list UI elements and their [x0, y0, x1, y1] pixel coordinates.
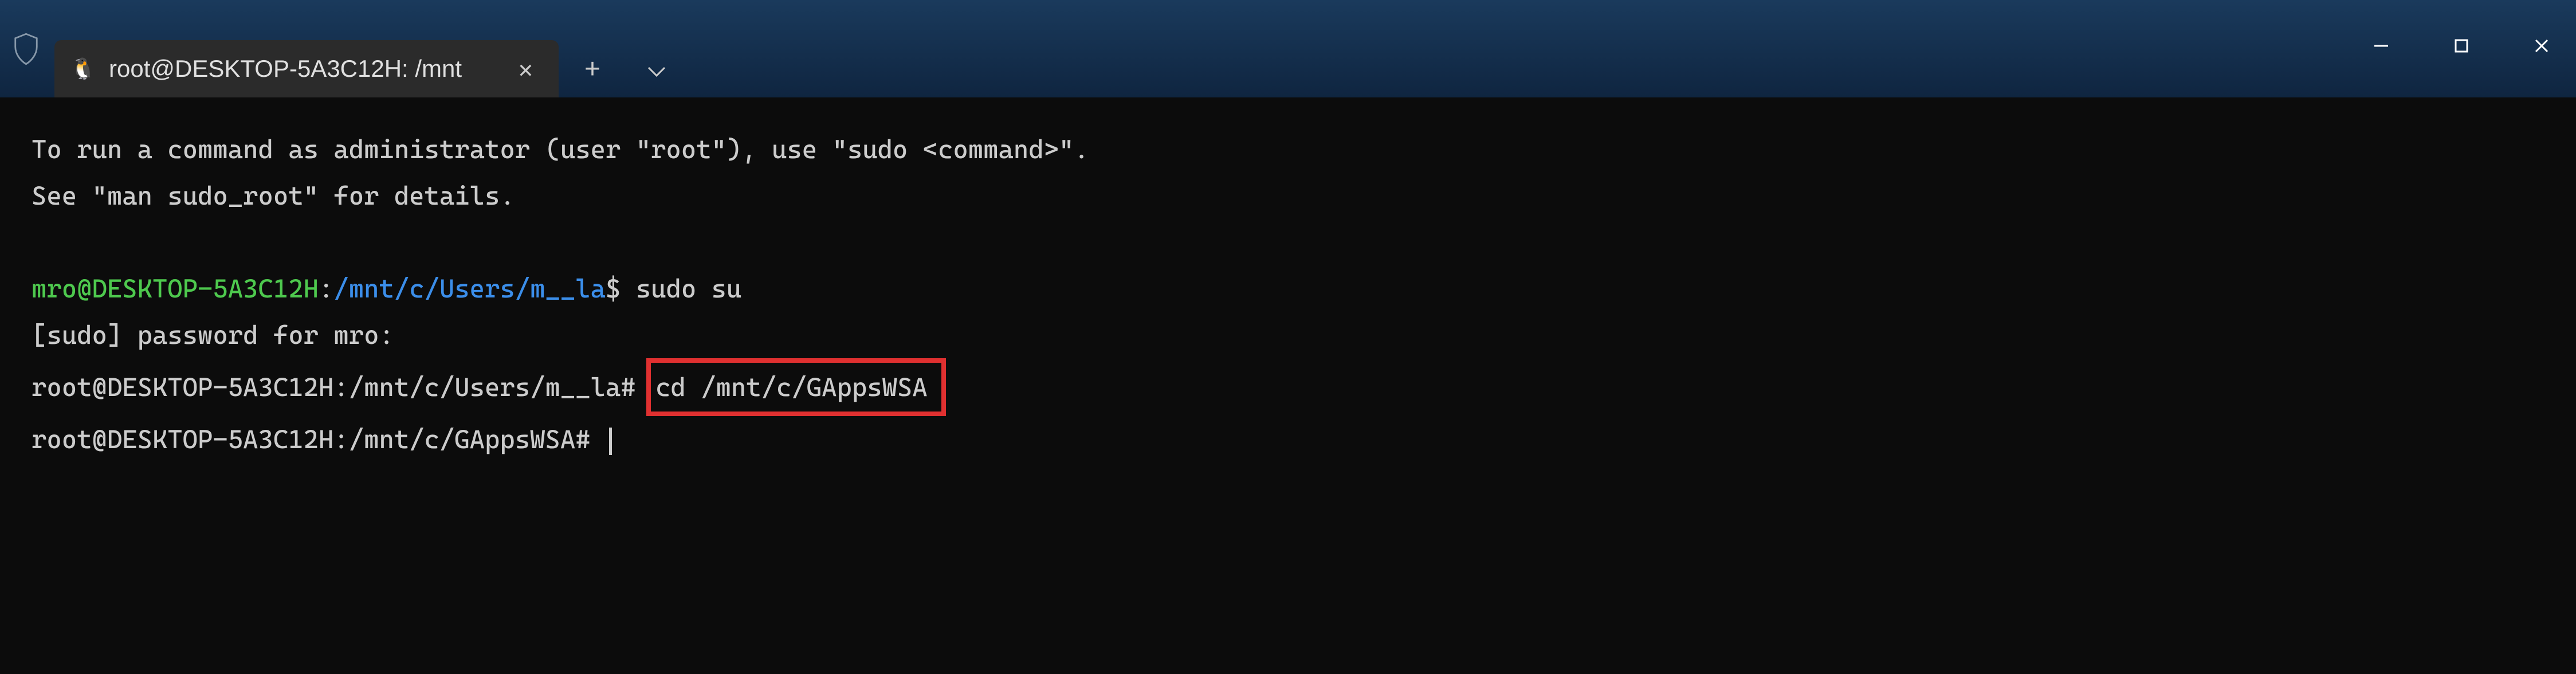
prompt-path: /mnt/c/Users/m__la: [333, 273, 606, 304]
new-tab-button[interactable]: +: [576, 50, 609, 88]
window-controls: [2364, 0, 2559, 97]
tab-title: root@DESKTOP-5A3C12H: /mnt: [109, 55, 498, 83]
highlighted-command: cd /mnt/c/GAppsWSA: [646, 358, 946, 416]
dropdown-button[interactable]: [638, 50, 676, 88]
terminal-content[interactable]: To run a command as administrator (user …: [0, 97, 2576, 491]
prompt-root: root@DESKTOP-5A3C12H:/mnt/c/Users/m__la#: [32, 372, 651, 402]
tab-actions: +: [576, 50, 676, 88]
terminal-output-line: See "man sudo_root" for details.: [32, 173, 2544, 219]
command-text: sudo su: [621, 273, 741, 304]
terminal-output-line: To run a command as administrator (user …: [32, 126, 2544, 173]
terminal-prompt-line: mro@DESKTOP-5A3C12H:/mnt/c/Users/m__la$ …: [32, 265, 2544, 312]
shield-icon: [11, 32, 40, 66]
minimize-button[interactable]: [2364, 29, 2398, 63]
terminal-tab[interactable]: 🐧 root@DESKTOP-5A3C12H: /mnt ✕: [54, 40, 559, 97]
tux-icon: 🐧: [72, 57, 95, 80]
terminal-blank-line: [32, 219, 2544, 265]
terminal-prompt-line: root@DESKTOP-5A3C12H:/mnt/c/Users/m__la#…: [32, 358, 2544, 416]
maximize-button[interactable]: [2444, 29, 2479, 63]
prompt-user-host: mro@DESKTOP-5A3C12H: [32, 273, 319, 304]
terminal-cursor: [609, 428, 612, 455]
close-window-button[interactable]: [2524, 29, 2559, 63]
title-bar: 🐧 root@DESKTOP-5A3C12H: /mnt ✕ +: [0, 0, 2576, 97]
close-tab-button[interactable]: ✕: [510, 52, 541, 86]
terminal-prompt-line: root@DESKTOP-5A3C12H:/mnt/c/GAppsWSA#: [32, 416, 2544, 463]
prompt-root: root@DESKTOP-5A3C12H:/mnt/c/GAppsWSA#: [32, 424, 606, 454]
command-text: cd /mnt/c/GAppsWSA: [655, 372, 928, 402]
terminal-output-line: [sudo] password for mro:: [32, 312, 2544, 358]
